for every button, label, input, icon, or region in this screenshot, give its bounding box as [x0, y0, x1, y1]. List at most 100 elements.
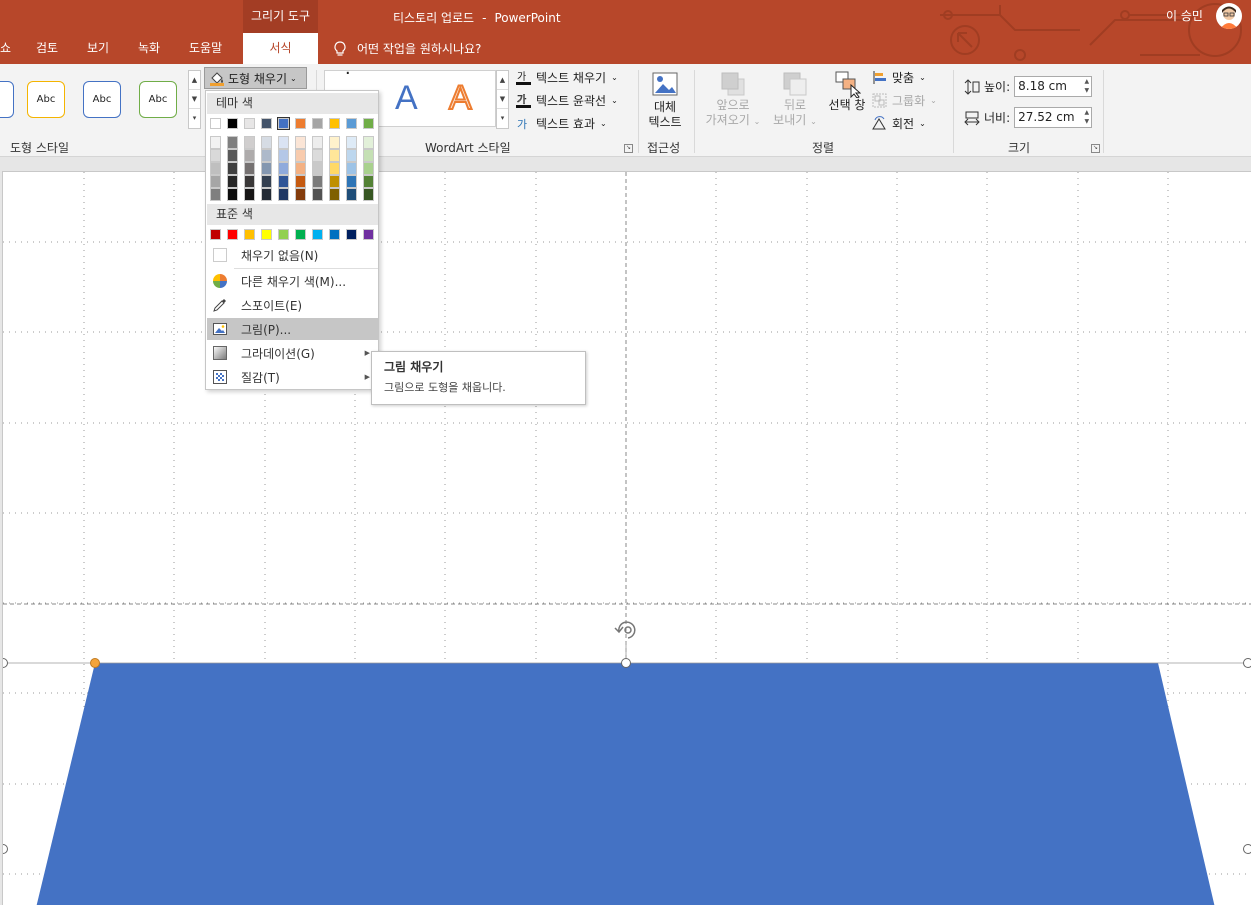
color-swatch[interactable]: [278, 136, 289, 149]
color-swatch[interactable]: [261, 229, 272, 240]
tab-view[interactable]: 보기: [87, 33, 109, 64]
color-swatch[interactable]: [346, 136, 357, 149]
color-swatch[interactable]: [346, 188, 357, 201]
color-swatch[interactable]: [278, 188, 289, 201]
color-swatch[interactable]: [363, 162, 374, 175]
scroll-up-icon[interactable]: ▲: [497, 71, 508, 90]
color-swatch[interactable]: [210, 136, 221, 149]
shape-style-preview[interactable]: Abc: [83, 81, 121, 118]
color-swatch[interactable]: [244, 229, 255, 240]
color-swatch[interactable]: [363, 188, 374, 201]
color-swatch[interactable]: [261, 118, 272, 129]
bring-forward-button[interactable]: 앞으로 가져오기 ⌄: [702, 70, 764, 129]
color-swatch[interactable]: [244, 175, 255, 188]
color-swatch[interactable]: [346, 118, 357, 129]
color-swatch[interactable]: [329, 162, 340, 175]
color-swatch[interactable]: [227, 162, 238, 175]
wordart-style-partial[interactable]: .: [345, 57, 351, 80]
shape-style-gallery-scroll[interactable]: ▲ ▼ ▾: [188, 70, 201, 129]
wordart-style-blue[interactable]: A: [395, 79, 418, 118]
width-input[interactable]: 27.52 cm ▲ ▼: [1014, 107, 1093, 128]
size-dialog-launcher-icon[interactable]: ↘: [1091, 144, 1100, 153]
wordart-style-orange[interactable]: A: [448, 78, 473, 118]
color-swatch[interactable]: [312, 162, 323, 175]
wordart-gallery-scroll[interactable]: ▲ ▼ ▾: [496, 70, 509, 129]
color-swatch[interactable]: [261, 149, 272, 162]
align-button[interactable]: 맞춤 ⌄: [872, 69, 926, 86]
color-swatch[interactable]: [210, 162, 221, 175]
group-button[interactable]: 그룹화 ⌄: [872, 92, 937, 109]
color-swatch[interactable]: [278, 175, 289, 188]
shape-style-preview[interactable]: Abc: [27, 81, 65, 118]
send-backward-button[interactable]: 뒤로 보내기 ⌄: [770, 70, 820, 129]
color-swatch[interactable]: [363, 229, 374, 240]
selection-pane-button[interactable]: 선택 창: [824, 70, 870, 113]
tab-recording[interactable]: 녹화: [138, 33, 160, 64]
color-swatch[interactable]: [244, 162, 255, 175]
color-swatch[interactable]: [210, 118, 221, 129]
avatar[interactable]: [1216, 3, 1242, 29]
color-swatch[interactable]: [278, 149, 289, 162]
color-swatch[interactable]: [329, 136, 340, 149]
wordart-dialog-launcher-icon[interactable]: ↘: [624, 144, 633, 153]
color-swatch[interactable]: [363, 136, 374, 149]
color-swatch[interactable]: [261, 188, 272, 201]
color-swatch[interactable]: [295, 149, 306, 162]
more-fill-colors-item[interactable]: 다른 채우기 색(M)...: [207, 270, 378, 292]
color-swatch[interactable]: [244, 149, 255, 162]
color-swatch[interactable]: [244, 136, 255, 149]
slide[interactable]: [2, 171, 1251, 905]
user-name[interactable]: 이 승민: [1166, 7, 1203, 24]
color-swatch[interactable]: [363, 118, 374, 129]
color-swatch[interactable]: [295, 136, 306, 149]
tab-help[interactable]: 도움말: [189, 33, 222, 64]
color-swatch[interactable]: [277, 117, 290, 130]
color-swatch[interactable]: [227, 149, 238, 162]
shape-fill-button[interactable]: 도형 채우기 ⌄: [204, 67, 307, 89]
text-fill-button[interactable]: 가 텍스트 채우기 ⌄: [516, 69, 618, 86]
color-swatch[interactable]: [312, 118, 323, 129]
color-swatch[interactable]: [363, 175, 374, 188]
color-swatch[interactable]: [329, 188, 340, 201]
gallery-more-icon[interactable]: ▾: [497, 109, 508, 128]
color-swatch[interactable]: [210, 229, 221, 240]
shape-style-preview[interactable]: Abc: [139, 81, 177, 118]
color-swatch[interactable]: [346, 149, 357, 162]
color-swatch[interactable]: [329, 175, 340, 188]
color-swatch[interactable]: [261, 136, 272, 149]
shape-style-preview[interactable]: [0, 81, 14, 118]
eyedropper-item[interactable]: 스포이트(E): [207, 294, 378, 316]
color-swatch[interactable]: [329, 229, 340, 240]
text-effects-button[interactable]: 가 텍스트 효과 ⌄: [516, 115, 607, 132]
spinner-icon[interactable]: ▲ ▼: [1085, 77, 1090, 95]
color-swatch[interactable]: [295, 188, 306, 201]
color-swatch[interactable]: [227, 175, 238, 188]
texture-item[interactable]: 질감(T) ▶: [207, 366, 378, 388]
color-swatch[interactable]: [227, 188, 238, 201]
color-swatch[interactable]: [312, 149, 323, 162]
color-swatch[interactable]: [329, 118, 340, 129]
gradient-item[interactable]: 그라데이션(G) ▶: [207, 342, 378, 364]
color-swatch[interactable]: [346, 229, 357, 240]
color-swatch[interactable]: [295, 118, 306, 129]
color-swatch[interactable]: [295, 162, 306, 175]
color-swatch[interactable]: [312, 175, 323, 188]
tab-slideshow[interactable]: 쇼: [0, 33, 11, 64]
scroll-down-icon[interactable]: ▼: [497, 90, 508, 109]
color-swatch[interactable]: [346, 162, 357, 175]
color-swatch[interactable]: [346, 175, 357, 188]
color-swatch[interactable]: [329, 149, 340, 162]
scroll-up-icon[interactable]: ▲: [189, 71, 200, 90]
color-swatch[interactable]: [244, 118, 255, 129]
color-swatch[interactable]: [210, 175, 221, 188]
picture-fill-item[interactable]: 그림(P)...: [207, 318, 378, 340]
text-outline-button[interactable]: 가 텍스트 윤곽선 ⌄: [516, 92, 618, 109]
color-swatch[interactable]: [227, 136, 238, 149]
alt-text-button[interactable]: 대체 텍스트: [644, 70, 686, 132]
color-swatch[interactable]: [312, 136, 323, 149]
color-swatch[interactable]: [227, 229, 238, 240]
color-swatch[interactable]: [312, 188, 323, 201]
color-swatch[interactable]: [244, 188, 255, 201]
color-swatch[interactable]: [295, 175, 306, 188]
color-swatch[interactable]: [261, 162, 272, 175]
